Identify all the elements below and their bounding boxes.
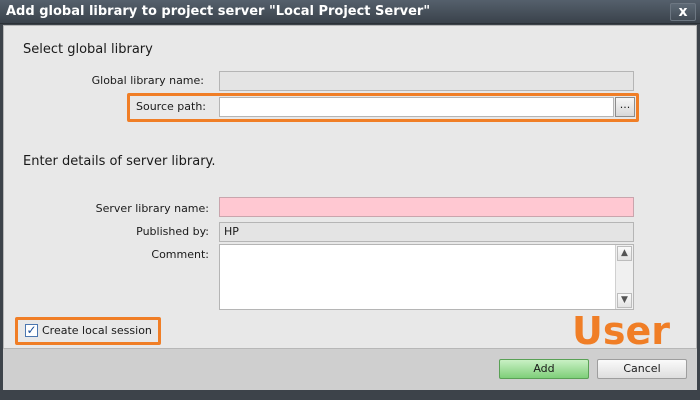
comment-scrollbar[interactable]: ▲ ▼ — [615, 245, 633, 309]
add-button[interactable]: Add — [499, 359, 589, 379]
source-path-label: Source path: — [136, 100, 206, 113]
comment-label: Comment: — [151, 248, 209, 261]
create-local-session-label: Create local session — [42, 324, 152, 337]
title-bar: Add global library to project server "Lo… — [0, 0, 700, 24]
ellipsis-icon: ... — [619, 98, 631, 111]
dialog-body: Select global library Global library nam… — [3, 25, 697, 391]
global-library-name-field — [219, 71, 634, 91]
section-title-global-library: Select global library — [23, 42, 153, 57]
scroll-down-icon[interactable]: ▼ — [617, 293, 632, 308]
source-path-input[interactable] — [219, 97, 614, 117]
comment-textarea[interactable]: ▲ ▼ — [219, 244, 634, 310]
published-by-field: HP — [219, 222, 634, 242]
scroll-up-icon[interactable]: ▲ — [617, 246, 632, 261]
cancel-button[interactable]: Cancel — [597, 359, 687, 379]
published-by-label: Published by: — [136, 225, 209, 238]
section-title-server-library: Enter details of server library. — [23, 154, 216, 169]
dialog-footer: Add Cancel — [3, 349, 697, 390]
server-library-name-label: Server library name: — [95, 202, 209, 215]
checkmark-icon: ✓ — [26, 323, 37, 337]
close-button[interactable]: x — [670, 3, 696, 21]
add-global-library-dialog: Add global library to project server "Lo… — [0, 0, 700, 400]
close-icon: x — [678, 4, 688, 20]
server-library-name-input[interactable] — [219, 197, 634, 217]
global-library-name-label: Global library name: — [91, 74, 204, 87]
dialog-title: Add global library to project server "Lo… — [6, 4, 431, 19]
browse-button[interactable]: ... — [615, 97, 635, 117]
create-local-session-checkbox[interactable]: ✓ — [25, 324, 38, 337]
